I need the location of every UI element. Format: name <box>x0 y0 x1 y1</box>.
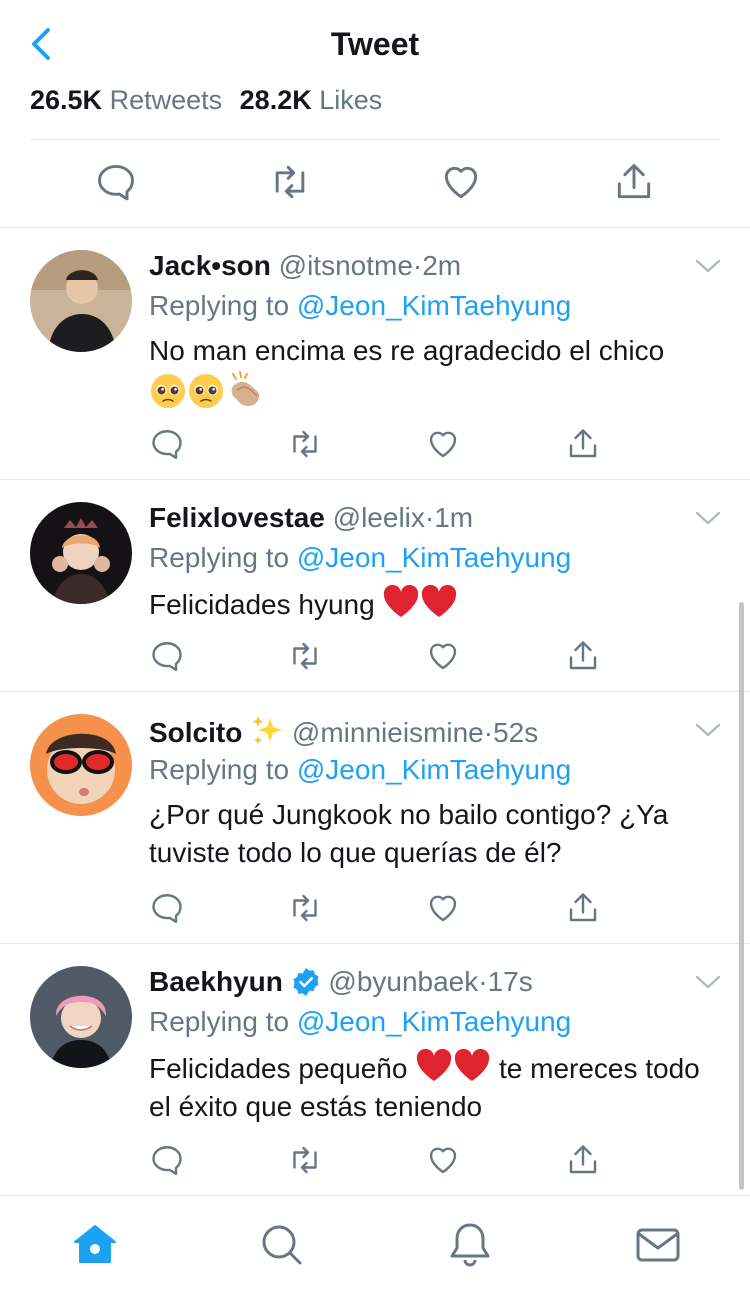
share-icon[interactable] <box>565 638 601 674</box>
red-heart-icon <box>422 584 457 617</box>
share-icon[interactable] <box>565 890 601 926</box>
reply-icon[interactable] <box>149 890 185 926</box>
replying-to: Replying to @Jeon_KimTaehyung <box>149 1006 571 1038</box>
page-title: Tweet <box>330 26 420 62</box>
reply-tweet[interactable]: Solcito @minnieismine·52s Replying to @J… <box>0 692 750 943</box>
reply-icon[interactable] <box>149 426 185 462</box>
like-icon[interactable] <box>425 890 461 926</box>
timestamp: 17s <box>487 966 533 997</box>
pleading-face-icon <box>151 374 185 408</box>
bottom-tab-bar <box>0 1195 750 1294</box>
retweets-label[interactable]: Retweets <box>110 85 223 115</box>
separator-dot: · <box>412 250 423 281</box>
red-heart-icon <box>417 1048 452 1081</box>
timestamp: 2m <box>422 250 462 281</box>
pleading-face-icon <box>189 374 223 408</box>
reply-tweet[interactable]: Felixlovestae @leelix·1m Replying to @Je… <box>0 480 750 691</box>
chevron-down-icon[interactable] <box>694 508 722 528</box>
mention-link[interactable]: @Jeon_KimTaehyung <box>297 754 571 785</box>
reply-body-text: Felicidades hyung <box>149 589 375 620</box>
reply-icon[interactable] <box>94 160 138 204</box>
username[interactable]: @minnieismine <box>292 717 484 748</box>
mention-link[interactable]: @Jeon_KimTaehyung <box>297 1006 571 1037</box>
reply-tweet[interactable]: Baekhyun @byunbaek·17s Replying to @Jeon… <box>0 944 750 1195</box>
chevron-down-icon[interactable] <box>694 720 722 740</box>
separator-dot: · <box>424 502 435 533</box>
share-icon[interactable] <box>612 160 656 204</box>
display-name[interactable]: Solcito <box>149 717 242 748</box>
like-icon[interactable] <box>425 638 461 674</box>
reply-actions <box>149 890 619 930</box>
home-icon[interactable] <box>70 1220 120 1270</box>
timestamp: 52s <box>493 717 539 748</box>
sparkles-icon <box>252 716 283 744</box>
reply-icon[interactable] <box>149 638 185 674</box>
red-heart-icon <box>384 584 419 617</box>
retweet-icon[interactable] <box>287 1142 323 1178</box>
mention-link[interactable]: @Jeon_KimTaehyung <box>297 290 571 321</box>
reply-header: Solcito @minnieismine·52s <box>149 714 538 749</box>
avatar[interactable] <box>30 966 132 1068</box>
separator-dot: · <box>478 966 488 997</box>
separator-dot: · <box>483 717 494 748</box>
tweet-stats: 26.5K Retweets 28.2K Likes <box>30 86 392 114</box>
retweet-icon[interactable] <box>268 160 312 204</box>
reply-header: Felixlovestae @leelix·1m <box>149 502 473 534</box>
search-icon[interactable] <box>257 1220 307 1270</box>
reply-tweet[interactable]: Jack•son @itsnotme·2m Replying to @Jeon_… <box>0 228 750 479</box>
replying-to-label: Replying to <box>149 1006 290 1037</box>
replying-to-label: Replying to <box>149 542 290 573</box>
reply-header: Baekhyun @byunbaek·17s <box>149 966 533 998</box>
avatar[interactable] <box>30 250 132 352</box>
like-icon[interactable] <box>439 160 483 204</box>
username[interactable]: @leelix <box>333 502 425 533</box>
messages-mail-icon[interactable] <box>633 1220 683 1270</box>
timestamp: 1m <box>434 502 474 533</box>
replying-to-label: Replying to <box>149 290 290 321</box>
reply-header: Jack•son @itsnotme·2m <box>149 250 461 282</box>
replying-to-label: Replying to <box>149 754 290 785</box>
notifications-bell-icon[interactable] <box>445 1220 495 1270</box>
verified-badge-icon <box>293 968 319 996</box>
like-icon[interactable] <box>425 1142 461 1178</box>
display-name[interactable]: Baekhyun <box>149 966 283 997</box>
replying-to: Replying to @Jeon_KimTaehyung <box>149 754 571 786</box>
reply-text: No man encima es re agradecido el chico <box>149 332 729 414</box>
retweet-icon[interactable] <box>287 638 323 674</box>
avatar[interactable] <box>30 502 132 604</box>
red-heart-icon <box>455 1048 490 1081</box>
share-icon[interactable] <box>565 426 601 462</box>
retweets-count[interactable]: 26.5K <box>30 85 102 115</box>
chevron-down-icon[interactable] <box>694 972 722 992</box>
likes-count[interactable]: 28.2K <box>240 85 312 115</box>
avatar[interactable] <box>30 714 132 816</box>
chevron-down-icon[interactable] <box>694 256 722 276</box>
reply-body-text: ¿Por qué Jungkook no bailo contigo? ¿Ya … <box>149 799 669 868</box>
top-bar: Tweet <box>0 0 750 88</box>
reply-actions <box>149 426 619 466</box>
main-tweet-actions <box>0 140 750 226</box>
display-name[interactable]: Jack•son <box>149 250 271 281</box>
reply-text: Felicidades hyung <box>149 584 729 624</box>
display-name[interactable]: Felixlovestae <box>149 502 325 533</box>
username[interactable]: @byunbaek <box>328 966 478 997</box>
username[interactable]: @itsnotme <box>279 250 413 281</box>
reply-actions <box>149 1142 619 1182</box>
reply-text: ¿Por qué Jungkook no bailo contigo? ¿Ya … <box>149 796 729 872</box>
mention-link[interactable]: @Jeon_KimTaehyung <box>297 542 571 573</box>
replying-to: Replying to @Jeon_KimTaehyung <box>149 290 571 322</box>
reply-text: Felicidades pequeño te mereces todo el é… <box>149 1048 729 1126</box>
reply-icon[interactable] <box>149 1142 185 1178</box>
clapping-hands-icon <box>231 371 260 406</box>
reply-body-text: No man encima es re agradecido el chico <box>149 335 665 366</box>
retweet-icon[interactable] <box>287 890 323 926</box>
retweet-icon[interactable] <box>287 426 323 462</box>
likes-label[interactable]: Likes <box>319 85 382 115</box>
reply-body-text-start: Felicidades pequeño <box>149 1053 408 1084</box>
scrollbar[interactable] <box>739 602 744 1190</box>
share-icon[interactable] <box>565 1142 601 1178</box>
like-icon[interactable] <box>425 426 461 462</box>
reply-actions <box>149 638 619 678</box>
replying-to: Replying to @Jeon_KimTaehyung <box>149 542 571 574</box>
